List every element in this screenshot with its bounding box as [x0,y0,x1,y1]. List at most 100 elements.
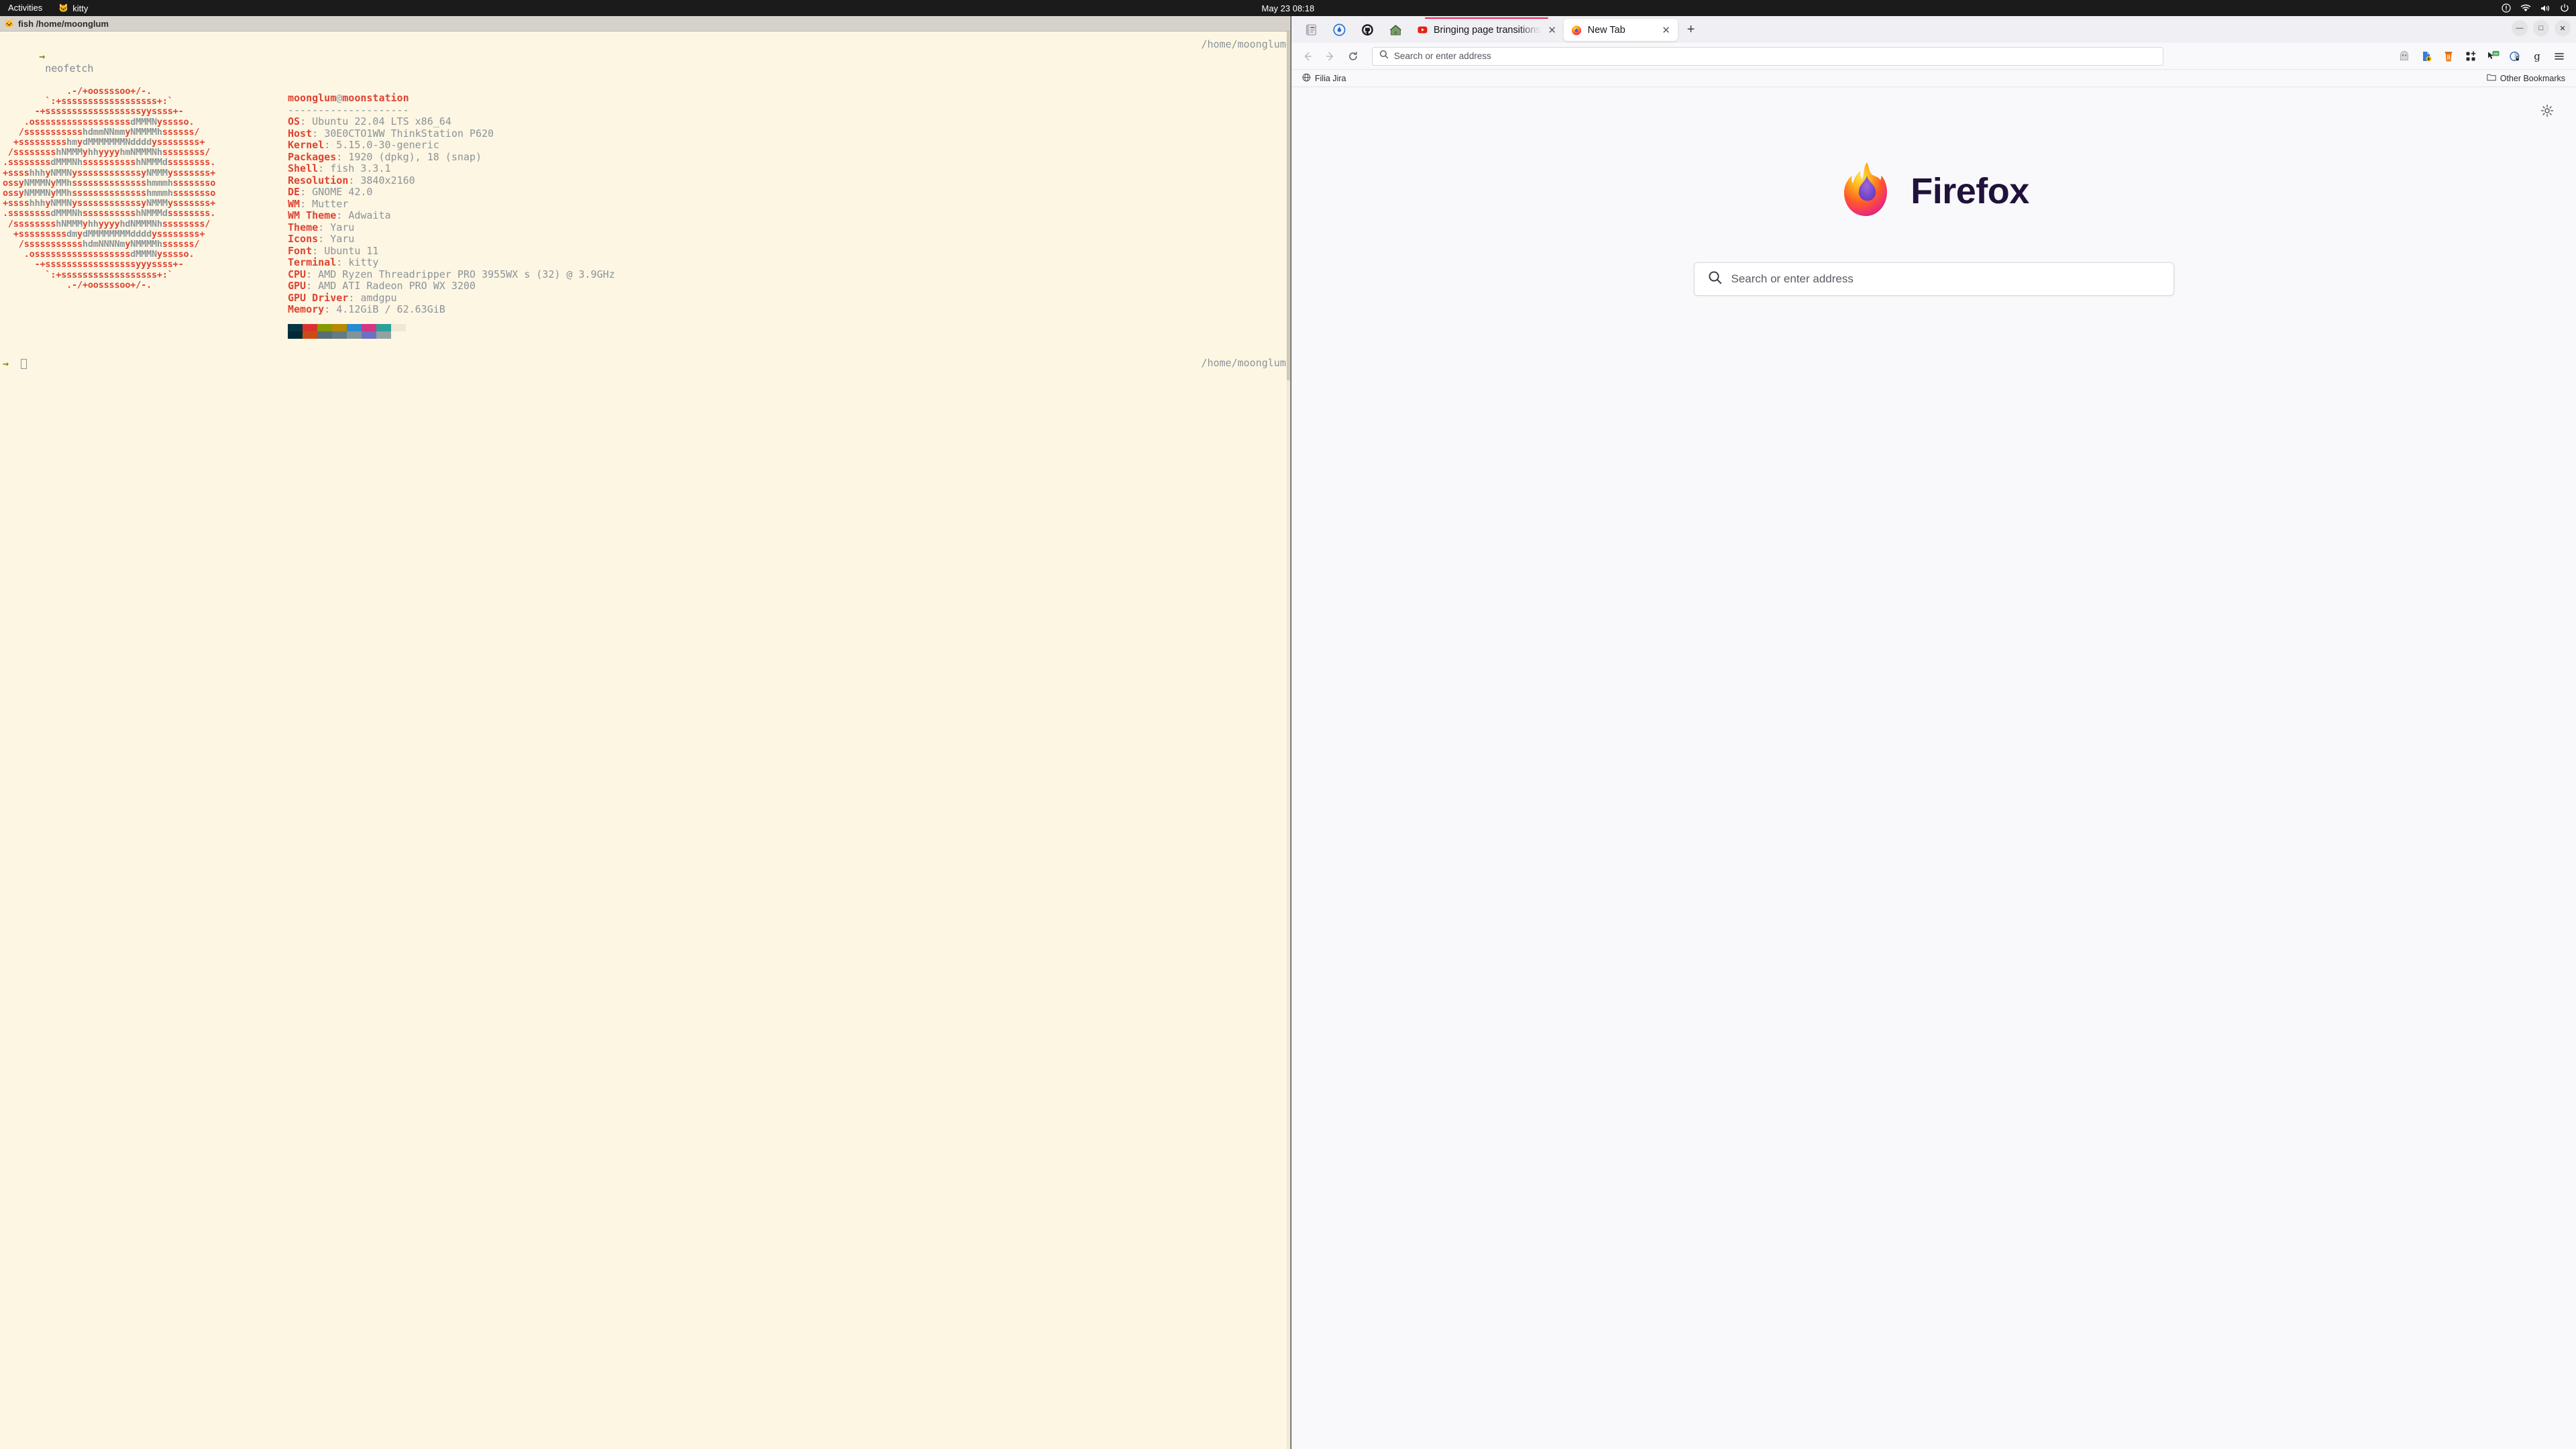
neofetch-info-key: Resolution [288,174,349,186]
app-menu-label: kitty [72,3,89,13]
tab-title: New Tab [1587,24,1625,36]
neofetch-info-separator: : [318,162,331,174]
neofetch-info-separator: : [300,197,313,210]
firefox-window[interactable]: Bringing page transitions ✕ New Tab ✕ + … [1291,16,2576,1449]
tab-strip[interactable]: Bringing page transitions ✕ New Tab ✕ + … [1291,16,2576,43]
neofetch-info-row: Icons: Yaru [288,233,615,246]
youtube-icon [1417,24,1428,36]
palette-swatch [347,331,362,339]
pinned-tab-github[interactable] [1353,19,1381,41]
trash-bin-icon[interactable] [2441,49,2456,64]
pinned-tab-house[interactable] [1381,19,1409,41]
neofetch-info-separator: : [324,303,337,315]
power-icon [2560,3,2569,13]
grammarly-g-icon[interactable]: g [2530,49,2544,64]
neofetch-info-key: DE [288,186,301,198]
neofetch-info-separator: : [318,221,331,233]
maximize-button[interactable]: □ [2533,20,2549,36]
prompt-symbol-2: → [3,358,9,370]
palette-swatch [347,323,362,331]
neofetch-info-value: 4.12GiB / 62.63GiB [336,303,445,315]
neofetch-info-key: GPU [288,280,307,292]
tab-bringing-page-transitions[interactable]: Bringing page transitions ✕ [1409,17,1564,41]
bookmark-label: Filia Jira [1315,73,1346,83]
app-menu-button[interactable] [2552,49,2567,64]
terminal-body[interactable]: → neofetch /home/moonglum .-/+oossssoo+/… [0,32,1290,1449]
back-button[interactable] [1297,46,1318,66]
terminal-cursor [21,359,28,369]
bookmark-filia-jira[interactable]: Filia Jira [1298,72,1350,85]
ubuntu-ascii-logo: .-/+oossssoo+/-. `:+ssssssssssssssssss+:… [3,86,216,290]
file-download-icon[interactable] [2419,49,2434,64]
activities-button[interactable]: Activities [0,0,52,16]
firefox-logo-icon [1838,160,1896,222]
neofetch-info-row: Font: Ubuntu 11 [288,245,615,258]
palette-swatch [303,323,317,331]
pinned-tab-book[interactable] [1297,19,1325,41]
palette-swatch [317,323,332,331]
kitty-icon: 🐱 [58,3,69,13]
clock[interactable]: May 23 08:18 [1262,3,1315,13]
neofetch-output: .-/+oossssoo+/-. `:+ssssssssssssssssss+:… [0,86,1290,339]
wifi-icon [2520,4,2531,12]
neofetch-info-key: Icons [288,233,319,245]
other-bookmarks-button[interactable]: Other Bookmarks [2483,73,2569,83]
tab-close-button[interactable]: ✕ [1546,24,1558,36]
newtab-search-box[interactable]: Search or enter address [1693,262,2174,296]
tab-new-tab[interactable]: New Tab ✕ [1563,19,1678,41]
neofetch-info-value: fish 3.3.1 [330,162,391,174]
firefox-icon [1571,24,1582,36]
newtab-search-placeholder: Search or enter address [1731,272,1854,285]
neofetch-info-key: CPU [288,268,307,280]
shield-lock-icon[interactable] [2508,49,2522,64]
neofetch-info-row: GPU: AMD ATI Radeon PRO WX 3200 [288,280,615,292]
search-icon [1379,50,1389,62]
terminal-titlebar: 🐱 fish /home/moonglum [0,16,1290,32]
neofetch-host: moonstation [342,92,409,104]
neofetch-info-separator: : [306,280,319,292]
neofetch-info-row: Host: 30E0CTO1WW ThinkStation P620 [288,127,615,140]
neofetch-info-separator: : [348,291,361,304]
pinned-tab-flame[interactable] [1325,19,1353,41]
new-tab-page: Firefox Search or enter address [1291,87,2576,1449]
terminal-scrollbar[interactable] [1287,32,1290,1449]
neofetch-info-separator: : [348,174,361,186]
palette-swatch [391,331,406,339]
reload-button[interactable] [1342,46,1364,66]
window-controls[interactable]: — □ ✕ [2512,20,2571,36]
tab-title: Bringing page transitions [1434,24,1541,36]
neofetch-info-value: kitty [348,256,379,268]
app-menu-kitty[interactable]: 🐱 kitty [52,0,95,16]
palette-swatch [362,323,376,331]
pointer-on-icon[interactable]: on [2485,49,2500,64]
flame-icon [1333,23,1346,36]
terminal-scrollbar-thumb[interactable] [1287,32,1290,380]
folder-icon [2487,73,2496,83]
firefox-logo: Firefox [1838,160,2029,222]
minimize-button[interactable]: — [2512,20,2528,36]
neofetch-info-value: AMD ATI Radeon PRO WX 3200 [318,280,476,292]
system-tray[interactable] [2502,3,2569,13]
ghost-icon[interactable] [2397,49,2412,64]
tab-loading-accent [1424,17,1548,19]
neofetch-info-key: Memory [288,303,325,315]
gear-icon[interactable] [2538,102,2556,119]
palette-row-dim [288,331,615,339]
color-palette [288,323,615,339]
grid-add-icon[interactable] [2463,49,2478,64]
address-bar[interactable]: Search or enter address [1372,46,2163,66]
new-tab-button[interactable]: + [1680,19,1702,40]
neofetch-info-separator: : [336,256,349,268]
close-button[interactable]: ✕ [2555,20,2571,36]
terminal-prompt-row[interactable]: → [0,358,1290,370]
neofetch-info-separator: : [336,209,349,221]
forward-button[interactable] [1320,46,1341,66]
neofetch-info-key: WM [288,197,301,210]
neofetch-info-value: Mutter [312,197,349,210]
gnome-top-bar: Activities 🐱 kitty May 23 08:18 [0,0,2576,16]
terminal-right-prompt-path-top: /home/moonglum [1201,38,1286,50]
tab-close-button[interactable]: ✕ [1660,24,1672,36]
terminal-window[interactable]: 🐱 fish /home/moonglum → neofetch /home/m… [0,16,1291,1449]
palette-swatch [317,331,332,339]
neofetch-info-value: 1920 (dpkg), 18 (snap) [348,150,482,163]
